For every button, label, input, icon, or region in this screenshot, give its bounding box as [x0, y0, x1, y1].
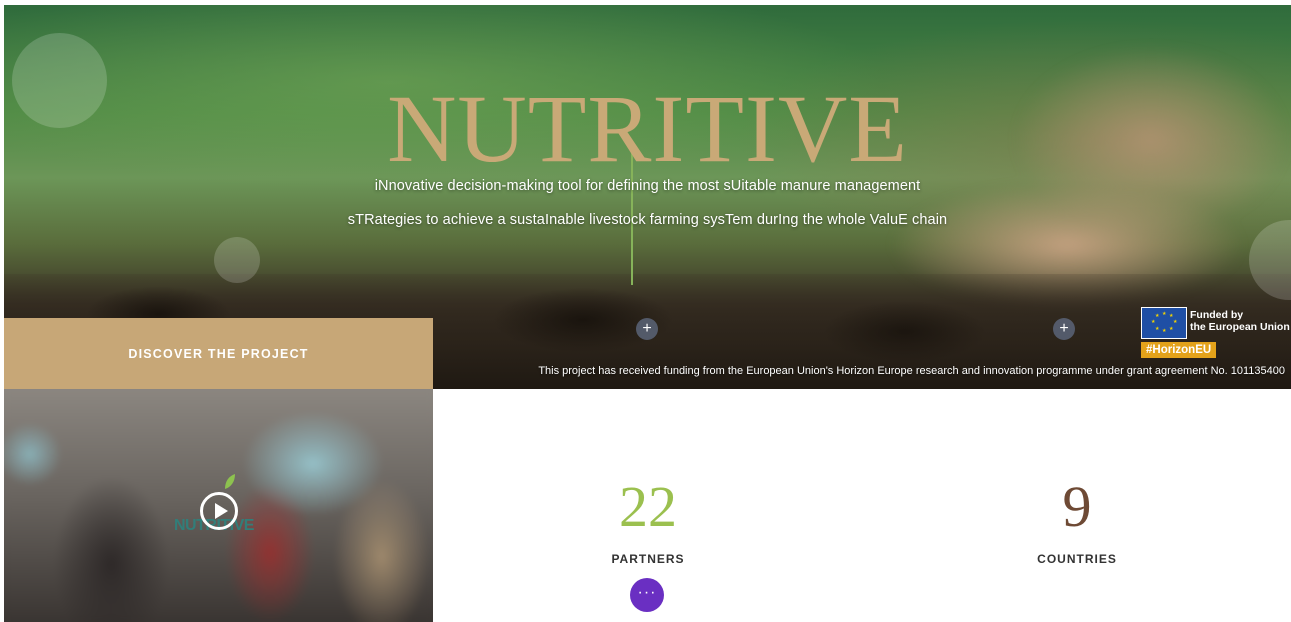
bokeh-light [214, 237, 260, 283]
countries-label: COUNTRIES [1037, 552, 1117, 566]
discover-project-button[interactable]: DISCOVER THE PROJECT [4, 318, 433, 389]
eu-funding-text: Funded by the European Union [1190, 309, 1290, 333]
play-icon[interactable] [200, 492, 238, 530]
hero-subtitle-line1: iNnovative decision-making tool for defi… [374, 178, 921, 194]
video-thumbnail[interactable]: NUTRITIVE [4, 389, 433, 622]
horizon-eu-tag: #HorizonEU [1141, 342, 1217, 358]
hotspot-plus-button[interactable]: + [636, 318, 658, 340]
funding-note: This project has received funding from t… [538, 365, 1285, 377]
eu-flag-icon: ★ ★ ★ ★ ★ ★ ★ ★ [1141, 307, 1187, 339]
hero-title: NUTRITIVE [387, 75, 908, 182]
partners-label: PARTNERS [611, 552, 685, 566]
hero-subtitle-line2: sTRategies to achieve a sustaInable live… [347, 212, 948, 228]
hotspot-plus-button[interactable]: + [1053, 318, 1075, 340]
leaf-icon [225, 474, 235, 489]
partners-count: 22 [619, 474, 677, 539]
more-options-button[interactable]: ··· [630, 578, 664, 612]
eu-funding-badge: ★ ★ ★ ★ ★ ★ ★ ★ Funded by the European U… [1141, 307, 1291, 361]
countries-count: 9 [1062, 474, 1092, 539]
